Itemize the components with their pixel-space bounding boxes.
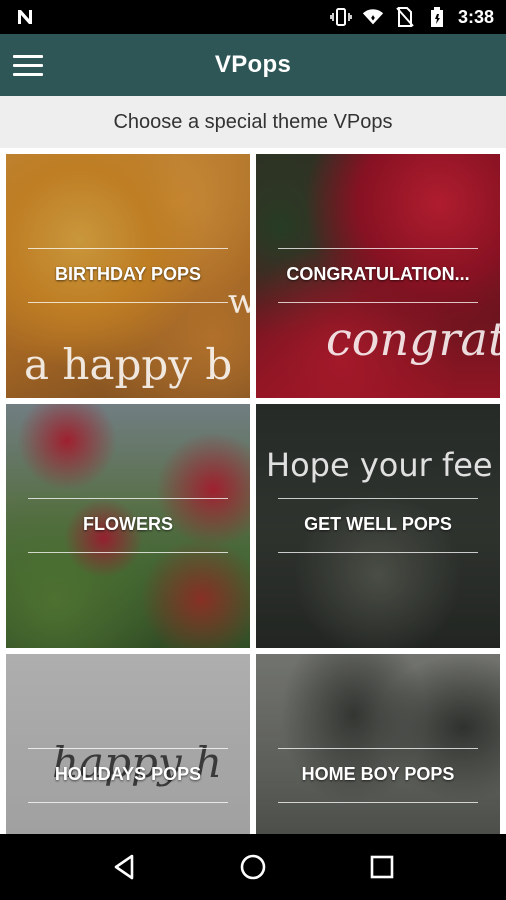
tile-label: CONGRATULATION... — [286, 264, 470, 284]
theme-grid: a happy b w BIRTHDAY POPS congratu CONGR… — [0, 148, 506, 834]
n-notification-icon — [14, 6, 36, 28]
tile-get-well-pops[interactable]: Hope your fee GET WELL POPS — [256, 404, 500, 648]
no-sim-icon — [394, 6, 416, 28]
tile-birthday-script-2: w — [228, 282, 250, 322]
status-bar: 3:38 — [0, 0, 506, 34]
tile-label: GET WELL POPS — [304, 514, 452, 534]
tile-birthday-script: a happy b — [24, 340, 233, 389]
recents-square-icon[interactable] — [360, 845, 404, 889]
tile-home-boy-pops[interactable]: HOME BOY POPS — [256, 654, 500, 834]
tile-get-well-script: Hope your fee — [266, 446, 493, 484]
app-bar: VPops — [0, 34, 506, 96]
battery-icon — [426, 6, 448, 28]
vibrate-icon — [330, 6, 352, 28]
theme-subheader: Choose a special theme VPops — [0, 96, 506, 148]
tile-label: BIRTHDAY POPS — [54, 264, 202, 284]
status-time: 3:38 — [457, 6, 494, 27]
wifi-icon — [362, 6, 384, 28]
tile-congratulations-script: congratu — [326, 312, 500, 366]
app-title: VPops — [214, 51, 292, 78]
back-triangle-icon[interactable] — [102, 845, 146, 889]
tile-birthday-pops[interactable]: a happy b w BIRTHDAY POPS — [6, 154, 250, 398]
tile-congratulations[interactable]: congratu CONGRATULATION... — [256, 154, 500, 398]
home-circle-icon[interactable] — [231, 845, 275, 889]
tile-label: HOLIDAYS POPS — [54, 764, 202, 784]
tile-label: FLOWERS — [83, 514, 173, 534]
tile-holidays-pops[interactable]: happy h HOLIDAYS POPS — [6, 654, 250, 834]
tile-flowers[interactable]: FLOWERS — [6, 404, 250, 648]
hamburger-menu-icon[interactable] — [10, 47, 46, 83]
tile-label: HOME BOY POPS — [301, 764, 455, 784]
system-nav-bar — [0, 834, 506, 900]
